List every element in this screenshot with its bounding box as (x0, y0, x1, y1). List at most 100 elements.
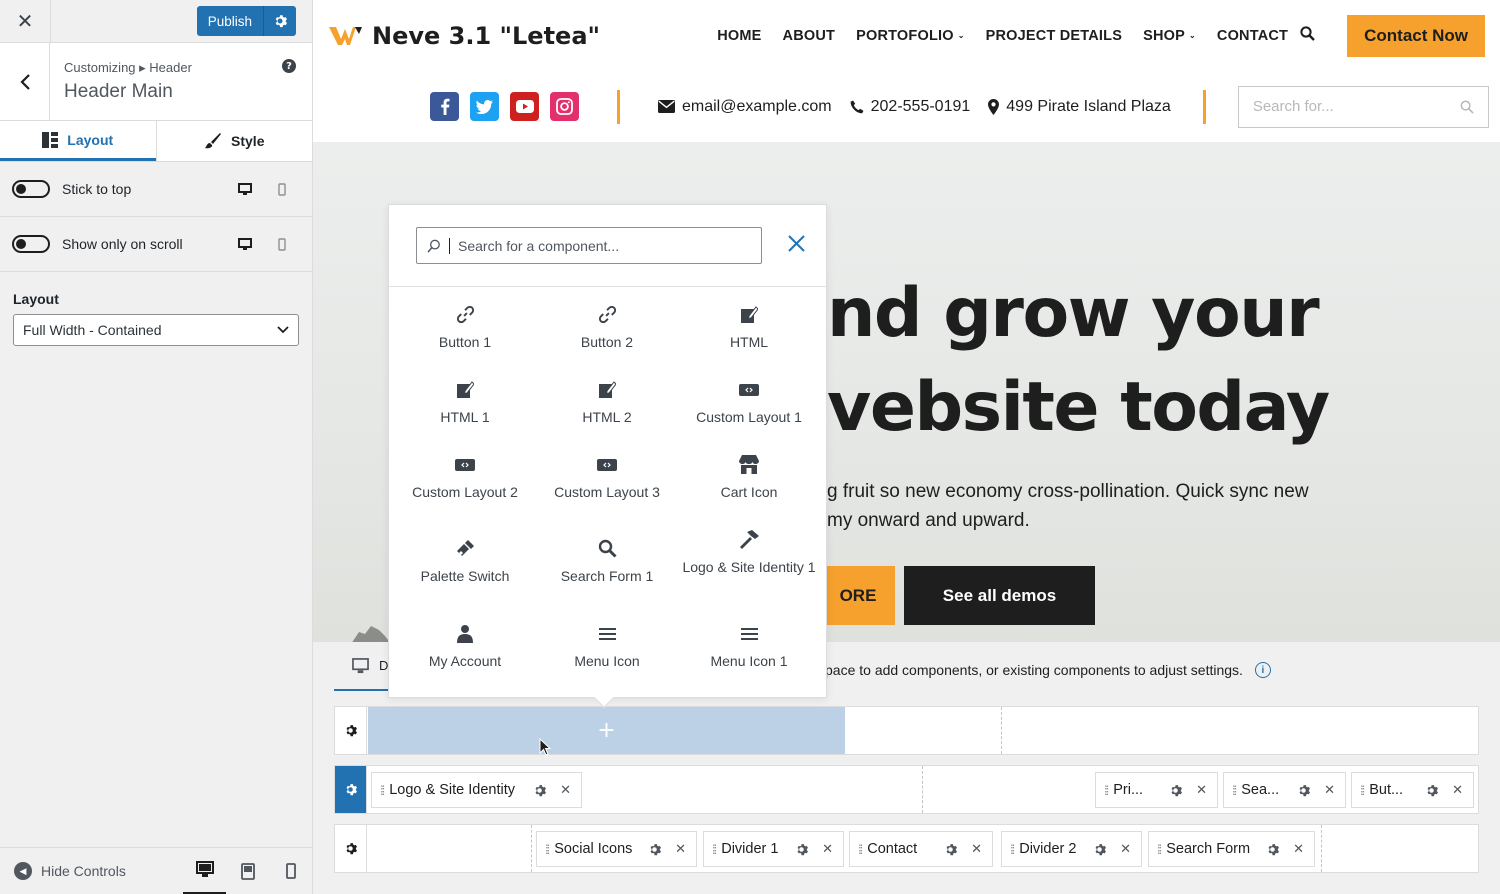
remove-icon[interactable]: ✕ (1196, 782, 1207, 798)
remove-icon[interactable]: ✕ (1452, 782, 1463, 798)
nav-contact[interactable]: CONTACT (1217, 28, 1288, 44)
publish-settings-button[interactable] (264, 6, 296, 36)
component-html[interactable]: HTML (678, 305, 820, 352)
publish-button[interactable]: Publish (196, 6, 264, 36)
instagram-icon[interactable] (550, 92, 579, 121)
gear-icon[interactable] (1297, 784, 1311, 797)
component-chip[interactable]: ⁞⁞ Search Form ✕ (1148, 831, 1315, 867)
remove-icon[interactable]: ✕ (1324, 782, 1335, 798)
component-my-account[interactable]: My Account (394, 624, 536, 671)
gear-icon[interactable] (1169, 784, 1183, 797)
info-icon[interactable]: i (1254, 662, 1271, 678)
remove-icon[interactable]: ✕ (1120, 841, 1131, 857)
add-component-zone[interactable]: + (368, 707, 845, 754)
contact-now-button[interactable]: Contact Now (1347, 14, 1485, 57)
component-search-form-1[interactable]: Search Form 1 (536, 539, 678, 586)
component-chip[interactable]: ⁞⁞ Divider 1 ✕ (703, 831, 844, 867)
gear-icon[interactable] (1425, 784, 1439, 797)
help-icon[interactable]: ? (282, 59, 296, 73)
component-chip-label: Social Icons (554, 841, 633, 857)
hide-controls-button[interactable]: ◀ Hide Controls (0, 862, 183, 880)
remove-icon[interactable]: ✕ (1293, 841, 1304, 857)
component-cart-icon[interactable]: Cart Icon (678, 455, 820, 502)
drag-handle-icon[interactable]: ⁞⁞ (1157, 842, 1162, 857)
component-custom-layout-1[interactable]: Custom Layout 1 (678, 380, 820, 427)
component-chip-label: Sea... (1241, 782, 1280, 798)
close-icon[interactable] (788, 235, 805, 256)
component-button-2[interactable]: Button 2 (536, 305, 678, 352)
gear-icon[interactable] (944, 843, 958, 856)
component-palette-switch[interactable]: Palette Switch (394, 539, 536, 586)
mobile-icon[interactable] (263, 182, 300, 196)
row-settings-button[interactable] (335, 707, 367, 754)
hero-primary-button[interactable]: ORE (821, 566, 895, 625)
gear-icon[interactable] (648, 843, 662, 856)
drag-handle-icon[interactable]: ⁞⁞ (858, 842, 863, 857)
back-button[interactable] (0, 42, 50, 121)
contact-phone[interactable]: 202-555-0191 (850, 98, 970, 116)
stick-to-top-toggle[interactable] (12, 180, 50, 198)
remove-icon[interactable]: ✕ (971, 841, 982, 857)
contact-address[interactable]: 499 Pirate Island Plaza (988, 98, 1171, 116)
component-logo-site-identity-1[interactable]: Logo & Site Identity 1 (678, 530, 820, 577)
component-chip[interactable]: ⁞⁞ Logo & Site Identity ✕ (371, 772, 582, 808)
component-chip[interactable]: ⁞⁞ Sea... ✕ (1223, 772, 1346, 808)
tab-style[interactable]: Style (155, 121, 313, 161)
nav-shop[interactable]: SHOP ⌄ (1143, 28, 1196, 44)
search-icon[interactable] (1300, 26, 1315, 45)
preview-tablet-button[interactable] (226, 848, 269, 894)
desktop-icon[interactable] (226, 237, 263, 251)
drag-handle-icon[interactable]: ⁞⁞ (545, 842, 550, 857)
preview-desktop-button[interactable] (183, 848, 226, 894)
layout-select[interactable]: Full Width - Contained (13, 314, 299, 346)
component-custom-layout-2[interactable]: Custom Layout 2 (394, 455, 536, 502)
gear-icon[interactable] (795, 843, 809, 856)
desktop-icon[interactable] (226, 182, 263, 196)
component-chip[interactable]: ⁞⁞ Divider 2 ✕ (1001, 831, 1142, 867)
drag-handle-icon[interactable]: ⁞⁞ (1010, 842, 1015, 857)
tab-layout[interactable]: Layout (0, 121, 156, 161)
gear-icon[interactable] (1093, 843, 1107, 856)
contact-email[interactable]: email@example.com (658, 98, 832, 116)
youtube-icon[interactable] (510, 92, 539, 121)
component-html-1[interactable]: HTML 1 (394, 380, 536, 427)
component-menu-icon[interactable]: Menu Icon (536, 624, 678, 671)
mobile-icon[interactable] (263, 237, 300, 251)
remove-icon[interactable]: ✕ (675, 841, 686, 857)
site-search-placeholder: Search for... (1252, 98, 1334, 115)
component-chip[interactable]: ⁞⁞ Social Icons ✕ (536, 831, 697, 867)
header-main-row: email@example.com 202-555-0191 499 Pirat… (313, 71, 1500, 142)
component-custom-layout-3[interactable]: Custom Layout 3 (536, 455, 678, 502)
nav-about[interactable]: ABOUT (783, 28, 836, 44)
remove-icon[interactable]: ✕ (560, 782, 571, 798)
component-chip[interactable]: ⁞⁞ Contact ✕ (849, 831, 993, 867)
nav-portofolio[interactable]: PORTOFOLIO ⌄ (856, 28, 965, 44)
nav-project-details[interactable]: PROJECT DETAILS (986, 28, 1122, 44)
gear-icon[interactable] (533, 784, 547, 797)
component-search-input[interactable]: Search for a component... (416, 227, 762, 264)
close-customizer-button[interactable]: ✕ (0, 0, 51, 43)
gear-icon[interactable] (1266, 843, 1280, 856)
nav-home[interactable]: HOME (717, 28, 761, 44)
twitter-icon[interactable] (470, 92, 499, 121)
drag-handle-icon[interactable]: ⁞⁞ (712, 842, 717, 857)
component-html-2[interactable]: HTML 2 (536, 380, 678, 427)
drag-handle-icon[interactable]: ⁞⁞ (1104, 783, 1109, 798)
preview-mobile-button[interactable] (269, 848, 312, 894)
drag-handle-icon[interactable]: ⁞⁞ (380, 783, 385, 798)
component-chip[interactable]: ⁞⁞ Pri... ✕ (1095, 772, 1218, 808)
component-label: Logo & Site Identity 1 (682, 559, 816, 575)
component-button-1[interactable]: Button 1 (394, 305, 536, 352)
show-on-scroll-toggle[interactable] (12, 235, 50, 253)
component-chip[interactable]: ⁞⁞ But... ✕ (1351, 772, 1474, 808)
row-settings-button[interactable] (335, 825, 367, 872)
remove-icon[interactable]: ✕ (822, 841, 833, 857)
drag-handle-icon[interactable]: ⁞⁞ (1232, 783, 1237, 798)
component-menu-icon-1[interactable]: Menu Icon 1 (678, 624, 820, 671)
row-settings-button[interactable] (335, 766, 367, 813)
facebook-icon[interactable] (430, 92, 459, 121)
see-all-demos-button[interactable]: See all demos (904, 566, 1095, 625)
site-logo[interactable]: Neve 3.1 "Letea" (329, 22, 600, 50)
site-search-input[interactable]: Search for... (1237, 85, 1489, 128)
drag-handle-icon[interactable]: ⁞⁞ (1360, 783, 1365, 798)
